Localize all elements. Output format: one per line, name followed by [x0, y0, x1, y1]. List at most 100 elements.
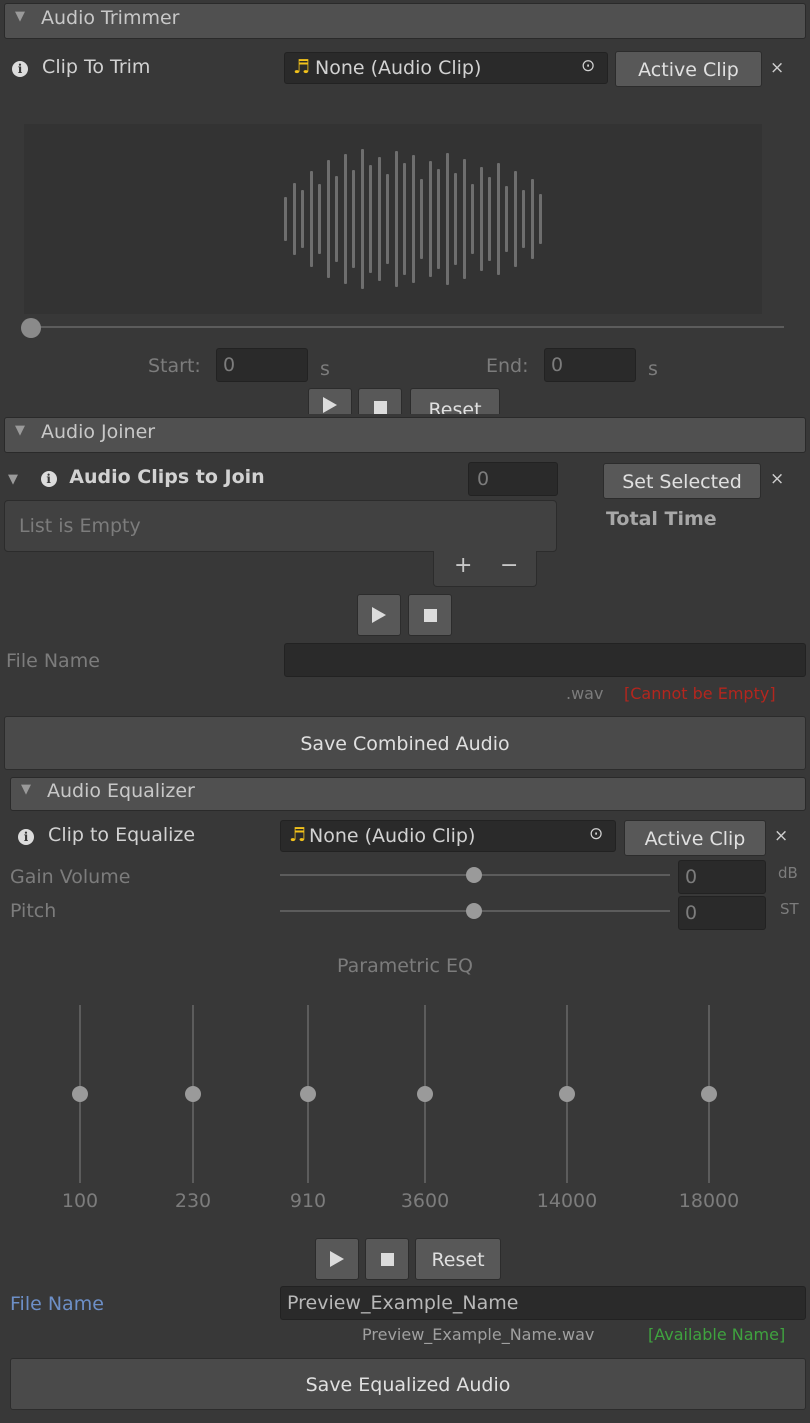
total-time-label: Total Time — [606, 508, 717, 530]
set-selected-button[interactable]: Set Selected — [603, 463, 761, 499]
eq-band-handle[interactable] — [417, 1086, 433, 1102]
waveform-bar — [403, 163, 406, 275]
waveform-bar — [369, 165, 372, 273]
waveform-bar — [343, 154, 347, 284]
eq-band-frequency-label: 18000 — [678, 1190, 740, 1212]
waveform-bar — [539, 194, 542, 244]
waveform-bar — [488, 177, 491, 261]
music-note-icon: ♬ — [293, 56, 311, 78]
reset-button[interactable]: Reset — [415, 1238, 501, 1280]
foldout-triangle-icon: ▼ — [15, 423, 25, 438]
clips-to-join-label[interactable]: ▼ i Audio Clips to Join — [8, 466, 265, 488]
foldout-triangle-icon: ▼ — [15, 9, 25, 24]
audio-trimmer-header[interactable]: ▼ Audio Trimmer — [4, 3, 806, 39]
save-combined-audio-button[interactable]: Save Combined Audio — [4, 716, 806, 770]
eq-band-handle[interactable] — [701, 1086, 717, 1102]
gain-volume-input[interactable]: 0 — [678, 860, 766, 894]
object-picker-icon[interactable]: ⊙ — [581, 56, 595, 76]
file-name-status: [Available Name] — [648, 1325, 786, 1344]
waveform — [24, 124, 762, 314]
close-icon[interactable]: × — [770, 58, 784, 78]
list-footer: + − — [433, 551, 537, 587]
play-icon — [330, 1251, 344, 1267]
play-button[interactable] — [315, 1238, 359, 1280]
file-name-label: File Name — [10, 1293, 104, 1315]
waveform-bar — [437, 169, 440, 269]
waveform-bar — [496, 163, 500, 275]
waveform-bar — [420, 179, 423, 259]
waveform-bar — [284, 197, 287, 241]
waveform-bar — [411, 155, 415, 283]
eq-band-frequency-label: 910 — [289, 1190, 327, 1212]
play-icon — [323, 397, 337, 413]
clip-list[interactable]: List is Empty — [4, 500, 557, 552]
waveform-bar — [471, 184, 474, 254]
eq-band-frequency-label: 14000 — [536, 1190, 598, 1212]
active-clip-button[interactable]: Active Clip — [615, 51, 762, 87]
trimmer-controls: Reset — [300, 388, 520, 414]
waveform-bar — [301, 190, 304, 248]
waveform-bar — [386, 174, 389, 264]
play-button[interactable] — [308, 388, 352, 414]
file-name-preview: Preview_Example_Name.wav — [362, 1325, 595, 1344]
section-title: Audio Joiner — [41, 421, 156, 443]
stop-button[interactable] — [365, 1238, 409, 1280]
stop-icon — [424, 609, 437, 622]
eq-band-handle[interactable] — [72, 1086, 88, 1102]
pitch-handle[interactable] — [466, 903, 482, 919]
waveform-bar — [394, 151, 398, 287]
start-unit: s — [320, 358, 330, 380]
gain-volume-unit: dB — [778, 864, 798, 882]
info-icon: i — [40, 471, 57, 487]
close-icon[interactable]: × — [774, 826, 788, 846]
waveform-bar — [326, 160, 330, 278]
waveform-bar — [445, 153, 449, 285]
info-icon: i — [12, 61, 28, 77]
stop-button[interactable] — [358, 388, 402, 414]
stop-icon — [374, 401, 387, 414]
clip-to-trim-label: i Clip To Trim — [12, 56, 150, 78]
list-size-input[interactable]: 0 — [468, 462, 558, 496]
stop-button[interactable] — [408, 594, 452, 636]
waveform-bar — [505, 186, 508, 252]
file-name-input[interactable] — [284, 643, 806, 677]
close-icon[interactable]: × — [770, 469, 784, 489]
list-empty-text: List is Empty — [19, 515, 141, 537]
waveform-bar — [360, 149, 364, 289]
add-item-button[interactable]: + — [454, 553, 472, 578]
timeline-handle[interactable] — [21, 318, 41, 338]
pitch-unit: ST — [780, 900, 799, 918]
pitch-input[interactable]: 0 — [678, 896, 766, 930]
eq-band-handle[interactable] — [300, 1086, 316, 1102]
reset-button[interactable]: Reset — [410, 388, 500, 414]
eq-band-handle[interactable] — [559, 1086, 575, 1102]
end-input[interactable]: 0 — [544, 348, 636, 382]
eq-band-frequency-label: 100 — [61, 1190, 99, 1212]
waveform-bar — [462, 159, 466, 279]
stop-icon — [381, 1253, 394, 1266]
music-note-icon: ♬ — [289, 824, 307, 846]
save-equalized-audio-button[interactable]: Save Equalized Audio — [10, 1358, 806, 1410]
play-button[interactable] — [357, 594, 401, 636]
clip-to-equalize-field[interactable]: ♬ None (Audio Clip) ⊙ — [280, 820, 616, 852]
timeline-track[interactable] — [30, 326, 784, 328]
audio-equalizer-header[interactable]: ▼ Audio Equalizer — [10, 777, 806, 811]
foldout-triangle-icon[interactable]: ▼ — [8, 472, 18, 487]
active-clip-button[interactable]: Active Clip — [624, 820, 766, 856]
waveform-bar — [428, 161, 432, 277]
gain-volume-handle[interactable] — [466, 867, 482, 883]
end-label: End: — [486, 355, 529, 377]
waveform-bar — [513, 171, 517, 267]
start-label: Start: — [148, 355, 201, 377]
object-picker-icon[interactable]: ⊙ — [589, 824, 603, 844]
waveform-bar — [352, 170, 355, 268]
clip-to-trim-field[interactable]: ♬ None (Audio Clip) ⊙ — [284, 52, 608, 84]
waveform-preview — [24, 124, 762, 314]
file-name-input[interactable]: Preview_Example_Name — [280, 1286, 806, 1320]
remove-item-button[interactable]: − — [500, 553, 518, 578]
start-input[interactable]: 0 — [216, 348, 308, 382]
waveform-bar — [377, 157, 381, 281]
eq-band-frequency-label: 230 — [174, 1190, 212, 1212]
audio-joiner-header[interactable]: ▼ Audio Joiner — [4, 417, 806, 453]
eq-band-handle[interactable] — [185, 1086, 201, 1102]
